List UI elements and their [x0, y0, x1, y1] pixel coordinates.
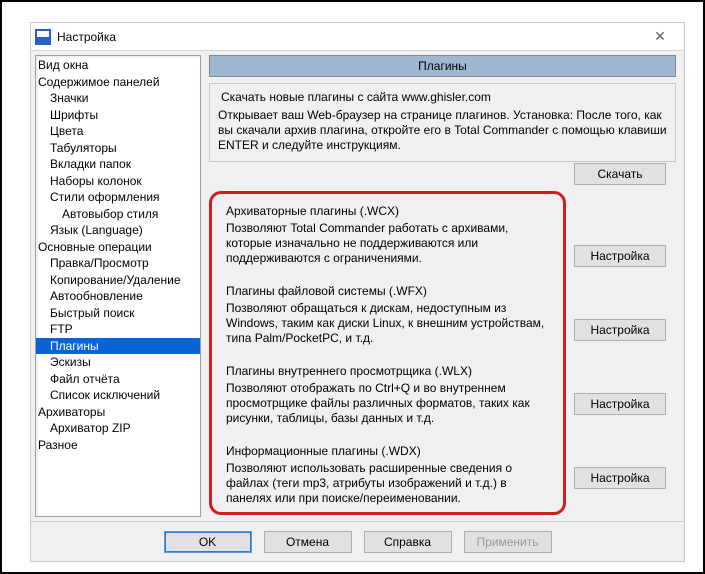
configure-wfx-button[interactable]: Настройка — [574, 319, 666, 341]
tree-item[interactable]: Табуляторы — [36, 140, 200, 157]
wcx-section: Архиваторные плагины (.WCX) Позволяют To… — [226, 204, 549, 266]
tree-item[interactable]: Вкладки папок — [36, 156, 200, 173]
settings-dialog: Настройка ✕ Вид окнаСодержимое панелейЗн… — [30, 22, 685, 562]
cancel-button[interactable]: Отмена — [264, 531, 352, 553]
wlx-section: Плагины внутреннего просмотрщика (.WLX) … — [226, 364, 549, 426]
apply-button[interactable]: Применить — [464, 531, 552, 553]
close-button[interactable]: ✕ — [640, 23, 680, 50]
highlight-annotation: Архиваторные плагины (.WCX) Позволяют To… — [209, 191, 566, 515]
download-caption: Скачать новые плагины с сайта www.ghisle… — [218, 90, 494, 104]
tree-item[interactable]: Основные операции — [36, 239, 200, 256]
tree-item[interactable]: Вид окна — [36, 57, 200, 74]
tree-item[interactable]: Автовыбор стиля — [36, 206, 200, 223]
download-group: Скачать новые плагины с сайта www.ghisle… — [209, 83, 676, 162]
titlebar: Настройка ✕ — [31, 23, 684, 51]
download-button[interactable]: Скачать — [574, 163, 666, 185]
tree-item[interactable]: FTP — [36, 321, 200, 338]
wfx-section: Плагины файловой системы (.WFX) Позволяю… — [226, 284, 549, 346]
window-title: Настройка — [57, 30, 116, 44]
dialog-footer: OK Отмена Справка Применить — [31, 521, 684, 561]
tree-item[interactable]: Содержимое панелей — [36, 74, 200, 91]
tree-item[interactable]: Правка/Просмотр — [36, 255, 200, 272]
tree-item[interactable]: Цвета — [36, 123, 200, 140]
tree-item[interactable]: Стили оформления — [36, 189, 200, 206]
wlx-desc: Позволяют отображать по Ctrl+Q и во внут… — [226, 381, 549, 426]
wcx-title: Архиваторные плагины (.WCX) — [226, 204, 549, 219]
tree-item[interactable]: Быстрый поиск — [36, 305, 200, 322]
tree-item[interactable]: Архиватор ZIP — [36, 420, 200, 437]
ok-button[interactable]: OK — [164, 531, 252, 553]
tree-item[interactable]: Автообновление — [36, 288, 200, 305]
help-button[interactable]: Справка — [364, 531, 452, 553]
configure-wdx-button[interactable]: Настройка — [574, 467, 666, 489]
configure-wlx-button[interactable]: Настройка — [574, 393, 666, 415]
tree-item[interactable]: Язык (Language) — [36, 222, 200, 239]
wfx-desc: Позволяют обращаться к дискам, недоступн… — [226, 301, 549, 346]
wdx-desc: Позволяют использовать расширенные сведе… — [226, 461, 549, 506]
app-icon — [35, 29, 51, 45]
wfx-title: Плагины файловой системы (.WFX) — [226, 284, 549, 299]
tree-item[interactable]: Значки — [36, 90, 200, 107]
page-title: Плагины — [209, 55, 676, 77]
tree-item[interactable]: Наборы колонок — [36, 173, 200, 190]
tree-item[interactable]: Файл отчёта — [36, 371, 200, 388]
wdx-section: Информационные плагины (.WDX) Позволяют … — [226, 444, 549, 506]
download-desc: Открывает ваш Web-браузер на странице пл… — [218, 108, 667, 153]
tree-item[interactable]: Копирование/Удаление — [36, 272, 200, 289]
tree-item[interactable]: Шрифты — [36, 107, 200, 124]
wcx-desc: Позволяют Total Commander работать с арх… — [226, 221, 549, 266]
tree-item[interactable]: Список исключений — [36, 387, 200, 404]
tree-item[interactable]: Эскизы — [36, 354, 200, 371]
wdx-title: Информационные плагины (.WDX) — [226, 444, 549, 459]
tree-item[interactable]: Архиваторы — [36, 404, 200, 421]
settings-tree[interactable]: Вид окнаСодержимое панелейЗначкиШрифтыЦв… — [35, 55, 201, 517]
tree-item[interactable]: Плагины — [36, 338, 200, 355]
configure-wcx-button[interactable]: Настройка — [574, 245, 666, 267]
tree-item[interactable]: Разное — [36, 437, 200, 454]
settings-page: Плагины Скачать новые плагины с сайта ww… — [209, 55, 676, 517]
wlx-title: Плагины внутреннего просмотрщика (.WLX) — [226, 364, 549, 379]
